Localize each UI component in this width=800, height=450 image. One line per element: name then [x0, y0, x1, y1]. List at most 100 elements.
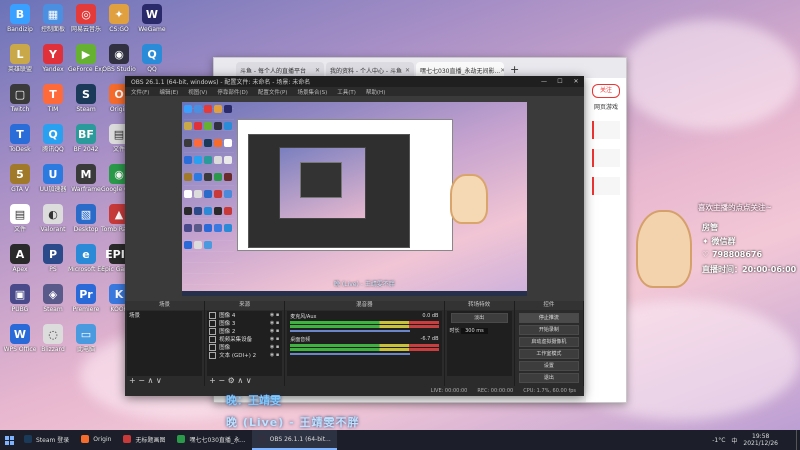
- menu-item[interactable]: 视图(V): [188, 88, 207, 96]
- sources-list[interactable]: 图像 4 ◉ ▪ 图像 3 ◉ ▪ 图像 2 ◉ ▪ 视频采集设备 ◉ ▪ 图像 ◉ ▪ 文本 (G…: [207, 311, 283, 376]
- side-link[interactable]: 网页游戏: [586, 102, 626, 111]
- obs-preview[interactable]: 晚 (Live) - 王靖雯不胖: [125, 96, 584, 301]
- desktop-icon[interactable]: ✦ CS:GO: [101, 4, 137, 33]
- taskbar-app[interactable]: OBS 26.1.1 (64-bit...: [251, 430, 337, 450]
- start-button[interactable]: [0, 430, 18, 450]
- close-icon[interactable]: ✕: [500, 67, 504, 74]
- desktop-icon[interactable]: ◉ OBS Studio: [101, 44, 137, 73]
- desktop-icon[interactable]: Q 腾讯QQ: [35, 124, 71, 153]
- taskbar-app[interactable]: 无标题画图: [117, 430, 171, 450]
- add-icon[interactable]: +: [209, 376, 216, 385]
- show-desktop-button[interactable]: [796, 430, 800, 450]
- desktop-icon[interactable]: ▤ 文件: [2, 204, 38, 233]
- minimize-button[interactable]: —: [536, 78, 552, 85]
- source-item[interactable]: 视频采集设备 ◉ ▪: [207, 335, 282, 343]
- desktop-icon[interactable]: ◎ 网易云音乐: [68, 4, 104, 33]
- desktop-icon[interactable]: ◌ Blizzard: [35, 324, 71, 353]
- taskbar-app[interactable]: 嘿七七030直播_永...: [171, 430, 251, 450]
- desktop-icon[interactable]: T TIM: [35, 84, 71, 113]
- menu-item[interactable]: 编辑(E): [159, 88, 178, 96]
- scene-item[interactable]: 场景: [127, 311, 202, 319]
- source-item[interactable]: 文本 (GDI+) 2 ◉ ▪: [207, 351, 282, 359]
- visibility-icon[interactable]: ◉ ▪: [270, 320, 279, 326]
- desktop-icon[interactable]: BF BF 2042: [68, 124, 104, 153]
- obs-window: OBS 26.1.1 (64-bit, windows) - 配置文件: 未命名…: [125, 76, 584, 396]
- close-icon[interactable]: ✕: [405, 67, 410, 74]
- desktop-icon[interactable]: ▦ 控制面板: [35, 4, 71, 33]
- channel-name: 桌面音频: [290, 337, 311, 343]
- desktop-icon[interactable]: ◐ Valorant: [35, 204, 71, 233]
- desktop-icon[interactable]: W WeGame: [134, 4, 170, 33]
- control-button[interactable]: 工作室模式: [518, 349, 579, 359]
- new-tab-button[interactable]: +: [510, 63, 519, 76]
- side-row: [592, 177, 620, 195]
- ime-indicator[interactable]: 中: [731, 436, 737, 445]
- control-button[interactable]: 启动虚拟摄像机: [518, 337, 579, 347]
- gear-icon[interactable]: ⚙: [228, 376, 235, 385]
- menu-item[interactable]: 场景集合(S): [297, 88, 327, 96]
- window-title: OBS 26.1.1 (64-bit, windows) - 配置文件: 未命名…: [131, 79, 311, 86]
- visibility-icon[interactable]: ◉ ▪: [270, 312, 279, 318]
- visibility-icon[interactable]: ◉ ▪: [270, 328, 279, 334]
- desktop-icon[interactable]: ▢ Twitch: [2, 84, 38, 113]
- source-item[interactable]: 图像 3 ◉ ▪: [207, 319, 282, 327]
- desktop-icon[interactable]: U UU加速器: [35, 164, 71, 193]
- desktop-icon[interactable]: A Apex: [2, 244, 38, 273]
- chevron-down-icon[interactable]: ∨: [246, 376, 252, 385]
- source-item[interactable]: 图像 4 ◉ ▪: [207, 311, 282, 319]
- source-item[interactable]: 图像 2 ◉ ▪: [207, 327, 282, 335]
- menu-item[interactable]: 工具(T): [337, 88, 356, 96]
- mini-desktop-icon: [184, 156, 192, 164]
- source-type-icon: [209, 319, 217, 327]
- desktop-icon[interactable]: S Steam: [68, 84, 104, 113]
- chevron-up-icon[interactable]: ∧: [148, 376, 154, 385]
- volume-slider[interactable]: [290, 330, 411, 332]
- visibility-icon[interactable]: ◉ ▪: [270, 336, 279, 342]
- visibility-icon[interactable]: ◉ ▪: [270, 352, 279, 358]
- desktop-icon[interactable]: ▭ 此电脑: [68, 324, 104, 353]
- desktop-icon[interactable]: e Microsoft Edge: [68, 244, 104, 273]
- desktop-icon[interactable]: 5 GTA V: [2, 164, 38, 193]
- transition-select[interactable]: 淡出: [450, 313, 508, 323]
- menu-item[interactable]: 帮助(H): [366, 88, 385, 96]
- menu-item[interactable]: 配置文件(P): [258, 88, 288, 96]
- desktop-icon[interactable]: W WPS Office: [2, 324, 38, 353]
- desktop-icon[interactable]: ▧ Desktop: [68, 204, 104, 233]
- desktop-icon[interactable]: ▶ GeForce Experience: [68, 44, 104, 73]
- duration-input[interactable]: 300 ms: [461, 328, 488, 334]
- remove-icon[interactable]: −: [218, 376, 225, 385]
- desktop-icon[interactable]: ▣ PUBG: [2, 284, 38, 313]
- scenes-list[interactable]: 场景: [127, 311, 203, 376]
- volume-slider[interactable]: [290, 353, 411, 355]
- control-button[interactable]: 开始录制: [518, 325, 579, 335]
- desktop-icon[interactable]: M Warframe: [68, 164, 104, 193]
- chevron-up-icon[interactable]: ∧: [237, 376, 243, 385]
- desktop-icon[interactable]: ◈ Steam: [35, 284, 71, 313]
- close-button[interactable]: ✕: [568, 78, 584, 85]
- control-button[interactable]: 退出: [518, 373, 579, 383]
- menu-item[interactable]: 文件(F): [131, 88, 149, 96]
- remove-icon[interactable]: −: [138, 376, 145, 385]
- desktop-icon[interactable]: T ToDesk: [2, 124, 38, 153]
- taskbar-app[interactable]: Origin: [75, 430, 117, 450]
- close-icon[interactable]: ✕: [315, 67, 320, 74]
- menu-item[interactable]: 停靠部件(D): [217, 88, 248, 96]
- obs-docks: 场景 场景 + − ∧ ∨ 来源 图像 4 ◉ ▪ 图像 3 ◉ ▪ 图像 2 ◉ ▪ 视频…: [125, 301, 584, 386]
- desktop-icon[interactable]: Y Yandex: [35, 44, 71, 73]
- desktop-icon[interactable]: B Bandizip: [2, 4, 38, 33]
- control-button[interactable]: 停止推流: [518, 313, 579, 323]
- desktop-icon[interactable]: L 英雄联盟: [2, 44, 38, 73]
- source-item[interactable]: 图像 ◉ ▪: [207, 343, 282, 351]
- follow-button[interactable]: 关注: [592, 84, 620, 98]
- add-icon[interactable]: +: [129, 376, 136, 385]
- desktop-icon[interactable]: Pr Premiere: [68, 284, 104, 313]
- maximize-button[interactable]: ☐: [552, 78, 568, 85]
- desktop-icon[interactable]: Q QQ: [134, 44, 170, 73]
- desktop-icon[interactable]: P PS: [35, 244, 71, 273]
- visibility-icon[interactable]: ◉ ▪: [270, 344, 279, 350]
- chevron-down-icon[interactable]: ∨: [156, 376, 162, 385]
- control-button[interactable]: 设置: [518, 361, 579, 371]
- clock[interactable]: 19:58 2021/12/26: [743, 433, 778, 447]
- taskbar-app[interactable]: Steam 登录: [18, 430, 75, 450]
- mini-desktop-icon: [214, 105, 222, 113]
